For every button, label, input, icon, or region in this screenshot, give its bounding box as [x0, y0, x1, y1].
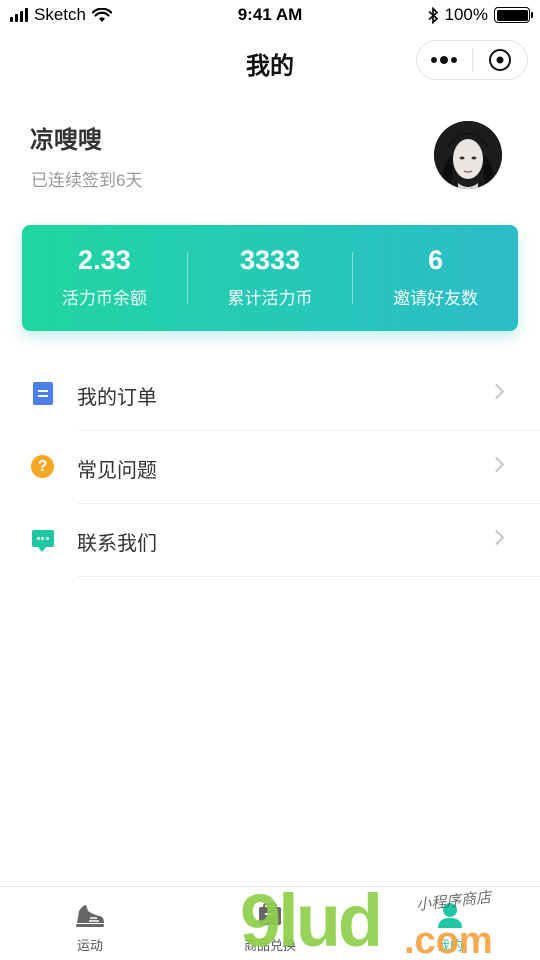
tab-bar: 运动 商品兑换 我的 [0, 886, 540, 960]
tab-label: 运动 [76, 938, 103, 953]
mini-program-capsule [416, 40, 528, 80]
status-bar: Sketch 9:41 AM 100% [0, 0, 540, 32]
tab-label: 商品兑换 [243, 938, 296, 953]
stat-value: 6 [428, 245, 444, 275]
menu-item-orders[interactable]: 我的订单 [0, 358, 540, 431]
question-icon: ? [31, 455, 54, 478]
person-icon [434, 899, 466, 931]
battery-icon [494, 7, 533, 23]
checkin-text: 已连续签到6天 [31, 171, 143, 190]
chevron-right-icon [488, 456, 505, 473]
menu-item-label: 联系我们 [77, 533, 157, 555]
stat-balance[interactable]: 2.33 活力币余额 [22, 247, 187, 309]
more-dots-icon [431, 56, 458, 64]
exchange-icon [254, 899, 286, 931]
close-mini-program-button[interactable] [473, 41, 528, 79]
stat-invites[interactable]: 6 邀请好友数 [353, 247, 518, 309]
divider [78, 576, 540, 577]
stat-value: 3333 [239, 245, 301, 275]
stat-label: 累计活力币 [227, 289, 313, 308]
stat-total[interactable]: 3333 累计活力币 [188, 247, 353, 309]
tab-exchange[interactable]: 商品兑换 [180, 887, 360, 960]
tab-label: 我的 [436, 938, 463, 953]
target-icon [488, 49, 511, 71]
stats-card: 2.33 活力币余额 3333 累计活力币 6 邀请好友数 [22, 225, 518, 331]
menu-item-label: 常见问题 [77, 460, 157, 482]
more-button[interactable] [417, 41, 472, 79]
menu-list: 我的订单 ? 常见问题 联系我们 [0, 358, 540, 577]
status-right: 100% [427, 5, 533, 25]
menu-item-contact[interactable]: 联系我们 [0, 504, 540, 577]
document-icon [31, 382, 54, 405]
stat-label: 活力币余额 [61, 289, 147, 308]
avatar[interactable] [434, 121, 502, 189]
tab-mine[interactable]: 我的 [360, 887, 540, 960]
chat-icon [31, 528, 54, 552]
nav-bar: 我的 [0, 32, 540, 90]
battery-percent: 100% [444, 5, 488, 24]
sneaker-icon [74, 899, 106, 931]
menu-item-label: 我的订单 [77, 387, 157, 409]
tab-sport[interactable]: 运动 [0, 887, 180, 960]
avatar-portrait-icon [434, 121, 502, 189]
user-name: 凉嗖嗖 [30, 127, 102, 154]
chevron-right-icon [488, 383, 505, 400]
bluetooth-icon [427, 6, 438, 24]
stat-label: 邀请好友数 [393, 289, 479, 308]
chevron-right-icon [488, 529, 505, 546]
menu-item-faq[interactable]: ? 常见问题 [0, 431, 540, 504]
profile-section: 凉嗖嗖 已连续签到6天 [0, 110, 540, 200]
stat-value: 2.33 [78, 245, 131, 275]
